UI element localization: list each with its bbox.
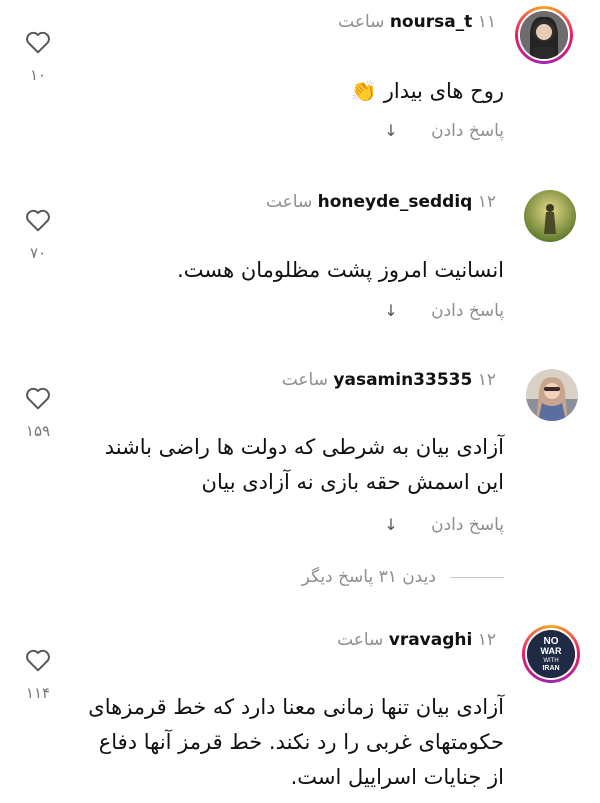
view-replies-row[interactable]: دیدن ۳۱ پاسخ دیگر: [302, 567, 504, 587]
username[interactable]: noursa_t: [390, 12, 473, 32]
like-count: ۷۰: [29, 244, 47, 262]
heart-outline-icon[interactable]: [24, 648, 52, 676]
arrow-down-icon[interactable]: ↓: [384, 515, 397, 534]
avatar[interactable]: NO WAR WITH IRAN: [522, 625, 580, 683]
comment-text: آزادی بیان تنها زمانی معنا دارد که خط قر…: [88, 695, 504, 789]
heart-outline-icon[interactable]: [24, 30, 52, 58]
like-count: ۱۱۴: [25, 684, 51, 702]
view-replies-link[interactable]: دیدن ۳۱ پاسخ دیگر: [302, 567, 436, 587]
username[interactable]: yasamin33535: [333, 370, 472, 390]
username[interactable]: honeyde_seddiq: [318, 192, 473, 212]
like-group: ۱۱۴: [24, 648, 52, 702]
comment-header: noursa_t ۱۱ ساعت: [338, 12, 504, 32]
avatar-text-3: WITH: [543, 658, 558, 664]
reply-button[interactable]: پاسخ دادن: [431, 121, 504, 141]
username[interactable]: vravaghi: [389, 630, 473, 650]
like-group: ۷۰: [24, 208, 52, 262]
comment-header: vravaghi ۱۲ ساعت: [337, 630, 504, 650]
arrow-down-icon[interactable]: ↓: [384, 121, 397, 140]
arrow-down-icon[interactable]: ↓: [384, 301, 397, 320]
comment-text: روح های بیدار 👏: [350, 79, 504, 103]
reply-row: پاسخ دادن ↓: [384, 121, 504, 141]
reply-button[interactable]: پاسخ دادن: [431, 515, 504, 535]
comment-text: انسانیت امروز پشت مظلومان هست.: [177, 258, 504, 282]
like-count: ۱۰: [29, 66, 47, 84]
heart-outline-icon[interactable]: [24, 208, 52, 236]
divider-line: [450, 576, 504, 578]
reply-row: پاسخ دادن ↓: [384, 515, 504, 535]
heart-outline-icon[interactable]: [24, 386, 52, 414]
avatar-text-4: IRAN: [542, 665, 559, 672]
avatar[interactable]: [524, 190, 576, 242]
comment-header: honeyde_seddiq ۱۲ ساعت: [266, 192, 504, 212]
avatar[interactable]: [526, 369, 578, 421]
reply-row: پاسخ دادن ↓: [384, 301, 504, 321]
comment-text: آزادی بیان به شرطی که دولت ها راضی باشند…: [104, 435, 504, 494]
like-group: ۱۵۹: [24, 386, 52, 440]
reply-button[interactable]: پاسخ دادن: [431, 301, 504, 321]
like-count: ۱۵۹: [25, 422, 51, 440]
like-group: ۱۰: [24, 30, 52, 84]
comment-header: yasamin33535 ۱۲ ساعت: [282, 370, 504, 390]
avatar[interactable]: [515, 6, 573, 64]
avatar-text-2: WAR: [541, 646, 562, 656]
